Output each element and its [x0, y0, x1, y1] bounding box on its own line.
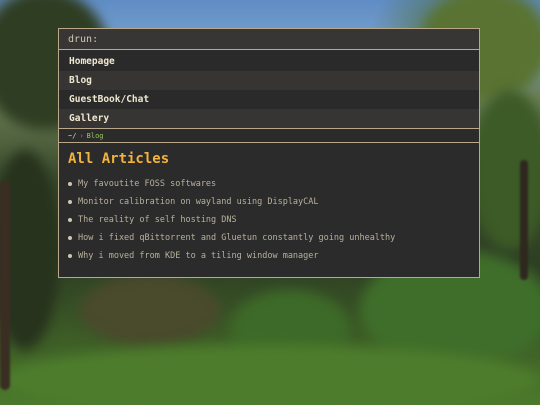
entry-label: GuestBook/Chat: [69, 94, 150, 105]
article-title: How i fixed qBittorrent and Gluetun cons…: [78, 233, 396, 243]
prompt-label: drun:: [68, 33, 99, 45]
article-link[interactable]: Monitor calibration on wayland using Dis…: [68, 193, 470, 211]
article-link[interactable]: The reality of self hosting DNS: [68, 211, 470, 229]
breadcrumb-separator: ›: [79, 131, 84, 140]
page-title: All Articles: [68, 151, 170, 167]
bullet-icon: [68, 200, 72, 204]
launcher-entry-gallery[interactable]: Gallery: [59, 109, 479, 128]
bullet-icon: [68, 254, 72, 258]
article-link[interactable]: My favoutite FOSS softwares: [68, 175, 470, 193]
launcher-prompt-row: drun:: [59, 29, 479, 50]
article-title: Why i moved from KDE to a tiling window …: [78, 251, 319, 261]
main-content: All Articles My favoutite FOSS softwares…: [59, 143, 479, 265]
bullet-icon: [68, 236, 72, 240]
entry-label: Homepage: [69, 56, 115, 67]
article-link[interactable]: Why i moved from KDE to a tiling window …: [68, 247, 470, 265]
launcher-search-input[interactable]: [98, 33, 403, 45]
app-launcher-window: drun: Homepage Blog GuestBook/Chat Galle…: [58, 28, 480, 278]
bullet-icon: [68, 218, 72, 222]
article-title: The reality of self hosting DNS: [78, 215, 237, 225]
entry-label: Blog: [69, 75, 92, 86]
article-title: Monitor calibration on wayland using Dis…: [78, 197, 319, 207]
launcher-entry-blog[interactable]: Blog: [59, 71, 479, 90]
article-title: My favoutite FOSS softwares: [78, 179, 217, 189]
breadcrumb-current: Blog: [86, 131, 104, 140]
launcher-entry-guestbook[interactable]: GuestBook/Chat: [59, 90, 479, 109]
launcher-entry-list: Homepage Blog GuestBook/Chat Gallery: [59, 52, 479, 128]
breadcrumb: ~/ › Blog: [59, 128, 479, 143]
article-link[interactable]: How i fixed qBittorrent and Gluetun cons…: [68, 229, 470, 247]
article-list: My favoutite FOSS softwares Monitor cali…: [68, 175, 470, 265]
bullet-icon: [68, 182, 72, 186]
entry-label: Gallery: [69, 113, 110, 124]
launcher-entry-homepage[interactable]: Homepage: [59, 52, 479, 71]
breadcrumb-home[interactable]: ~/: [68, 132, 76, 140]
